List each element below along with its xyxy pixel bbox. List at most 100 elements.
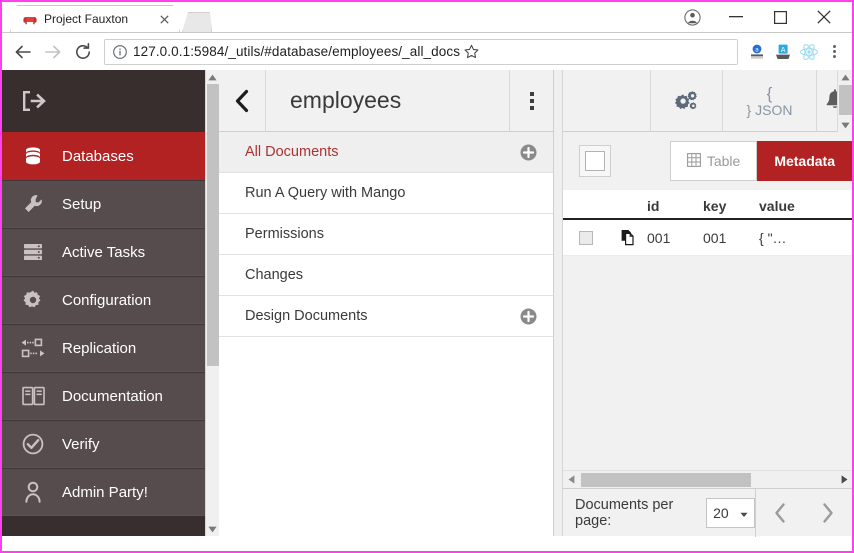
header-blank-cell bbox=[563, 70, 651, 131]
fauxton-logo-icon[interactable] bbox=[2, 70, 205, 132]
gears-icon[interactable] bbox=[651, 70, 723, 131]
window-close-icon[interactable] bbox=[802, 2, 846, 32]
profile-avatar-icon[interactable] bbox=[670, 2, 714, 32]
nav-item-label: All Documents bbox=[245, 144, 339, 160]
json-view-button[interactable]: { } JSON bbox=[723, 70, 817, 131]
nav-item-label: Permissions bbox=[245, 226, 324, 242]
extension-b-icon[interactable]: A bbox=[770, 37, 796, 67]
kebab-menu-icon[interactable] bbox=[509, 69, 553, 132]
browser-tab[interactable]: Project Fauxton bbox=[10, 5, 180, 32]
main-sidebar: Databases Setup Active Tasks Configurati… bbox=[2, 70, 205, 536]
panel-divider bbox=[554, 70, 563, 536]
documents-header-toolbar: { } JSON bbox=[563, 70, 852, 132]
new-tab-icon[interactable] bbox=[182, 12, 212, 32]
sidebar-scrollbar[interactable] bbox=[205, 70, 219, 536]
sidebar-item-verify[interactable]: Verify bbox=[2, 420, 205, 468]
svg-text:A: A bbox=[781, 45, 786, 53]
reload-icon[interactable] bbox=[68, 37, 98, 67]
database-header: employees bbox=[219, 69, 553, 132]
chevron-left-icon[interactable] bbox=[219, 69, 266, 132]
documents-toolbar: Table Metadata bbox=[563, 132, 852, 190]
sidebar-item-active-tasks[interactable]: Active Tasks bbox=[2, 228, 205, 276]
chrome-menu-icon[interactable] bbox=[822, 37, 846, 67]
page-info-icon[interactable] bbox=[111, 43, 129, 61]
scroll-down-icon[interactable] bbox=[838, 118, 852, 132]
tab-title: Project Fauxton bbox=[44, 12, 129, 26]
documents-scroll-thumb[interactable] bbox=[839, 85, 852, 115]
back-arrow-icon[interactable] bbox=[8, 37, 38, 67]
json-close-label: } JSON bbox=[746, 101, 793, 118]
sidebar-item-label: Databases bbox=[62, 147, 134, 165]
documents-horizontal-scrollbar[interactable] bbox=[563, 470, 852, 488]
documents-per-page-label: Documents per page: bbox=[575, 496, 674, 529]
select-all-checkbox[interactable] bbox=[579, 145, 611, 177]
documents-empty-area bbox=[563, 256, 852, 470]
sidebar-item-label: Replication bbox=[62, 339, 137, 357]
cell-id: 001 bbox=[647, 229, 671, 246]
react-devtools-icon[interactable] bbox=[796, 37, 822, 67]
nav-item-label: Changes bbox=[245, 267, 304, 283]
h-scroll-track[interactable] bbox=[579, 471, 836, 489]
nav-item-permissions[interactable]: Permissions bbox=[219, 214, 553, 255]
sidebar-item-setup[interactable]: Setup bbox=[2, 180, 205, 228]
prev-page-icon[interactable] bbox=[763, 496, 797, 530]
sidebar-item-admin-party[interactable]: Admin Party! bbox=[2, 468, 205, 516]
nav-item-design-documents[interactable]: Design Documents bbox=[219, 296, 553, 337]
book-icon bbox=[20, 386, 46, 406]
sidebar-item-databases[interactable]: Databases bbox=[2, 132, 205, 180]
sidebar-item-replication[interactable]: Replication bbox=[2, 324, 205, 372]
grid-icon bbox=[686, 152, 701, 170]
forward-arrow-icon bbox=[38, 37, 68, 67]
documents-per-page-select[interactable]: 20 bbox=[706, 497, 755, 528]
h-scroll-thumb[interactable] bbox=[581, 472, 751, 487]
nav-item-run-query-mango[interactable]: Run A Query with Mango bbox=[219, 173, 553, 214]
next-page-icon[interactable] bbox=[811, 496, 845, 530]
maximize-icon[interactable] bbox=[758, 2, 802, 32]
database-icon bbox=[20, 145, 46, 167]
nav-item-changes[interactable]: Changes bbox=[219, 255, 553, 296]
column-header-key: key bbox=[703, 198, 727, 214]
nav-item-all-documents[interactable]: All Documents bbox=[219, 132, 553, 173]
table-row[interactable]: 001 001 { "… bbox=[563, 220, 852, 256]
tab-close-icon[interactable] bbox=[157, 12, 171, 26]
replication-icon bbox=[20, 338, 46, 358]
nav-item-label: Design Documents bbox=[245, 308, 368, 324]
scroll-left-icon[interactable] bbox=[563, 475, 579, 484]
browser-toolbar: 127.0.0.1:5984/_utils/#database/employee… bbox=[2, 32, 852, 70]
plus-circle-icon[interactable] bbox=[520, 308, 537, 325]
tab-metadata-view[interactable]: Metadata bbox=[757, 141, 852, 181]
scroll-up-icon[interactable] bbox=[838, 70, 852, 84]
couch-favicon-icon bbox=[23, 12, 37, 26]
column-header-id: id bbox=[647, 198, 660, 214]
database-nav-panel: employees All Documents Run A Query with… bbox=[219, 69, 554, 536]
svg-text:a: a bbox=[755, 46, 759, 53]
sidebar-filler bbox=[2, 516, 205, 536]
document-icon[interactable] bbox=[609, 229, 647, 246]
chevron-down-icon bbox=[740, 505, 748, 521]
plus-circle-icon[interactable] bbox=[520, 144, 537, 161]
minimize-icon[interactable] bbox=[714, 2, 758, 32]
scroll-right-icon[interactable] bbox=[836, 475, 852, 484]
sidebar-item-label: Setup bbox=[62, 195, 102, 213]
nav-item-label: Run A Query with Mango bbox=[245, 185, 406, 201]
extension-a-icon[interactable]: a bbox=[744, 37, 770, 67]
address-bar[interactable]: 127.0.0.1:5984/_utils/#database/employee… bbox=[104, 38, 738, 65]
scroll-up-icon[interactable] bbox=[206, 70, 220, 84]
sidebar-scroll-thumb[interactable] bbox=[207, 84, 219, 366]
sidebar-item-documentation[interactable]: Documentation bbox=[2, 372, 205, 420]
scroll-down-icon[interactable] bbox=[206, 522, 220, 536]
row-checkbox[interactable] bbox=[563, 230, 609, 245]
window-controls bbox=[670, 2, 852, 32]
sidebar-item-label: Configuration bbox=[62, 291, 152, 309]
fauxton-app: Databases Setup Active Tasks Configurati… bbox=[2, 69, 852, 537]
sidebar-item-label: Verify bbox=[62, 435, 100, 453]
pagination-controls bbox=[756, 496, 852, 530]
sidebar-item-configuration[interactable]: Configuration bbox=[2, 276, 205, 324]
documents-per-page-value: 20 bbox=[713, 504, 729, 521]
tab-table-view[interactable]: Table bbox=[669, 141, 758, 181]
sidebar-item-label: Documentation bbox=[62, 387, 163, 405]
documents-scrollbar[interactable] bbox=[837, 70, 852, 132]
table-header-row: id key value bbox=[563, 190, 852, 220]
column-header-value: value bbox=[759, 198, 795, 214]
bookmark-star-icon[interactable] bbox=[460, 41, 482, 63]
